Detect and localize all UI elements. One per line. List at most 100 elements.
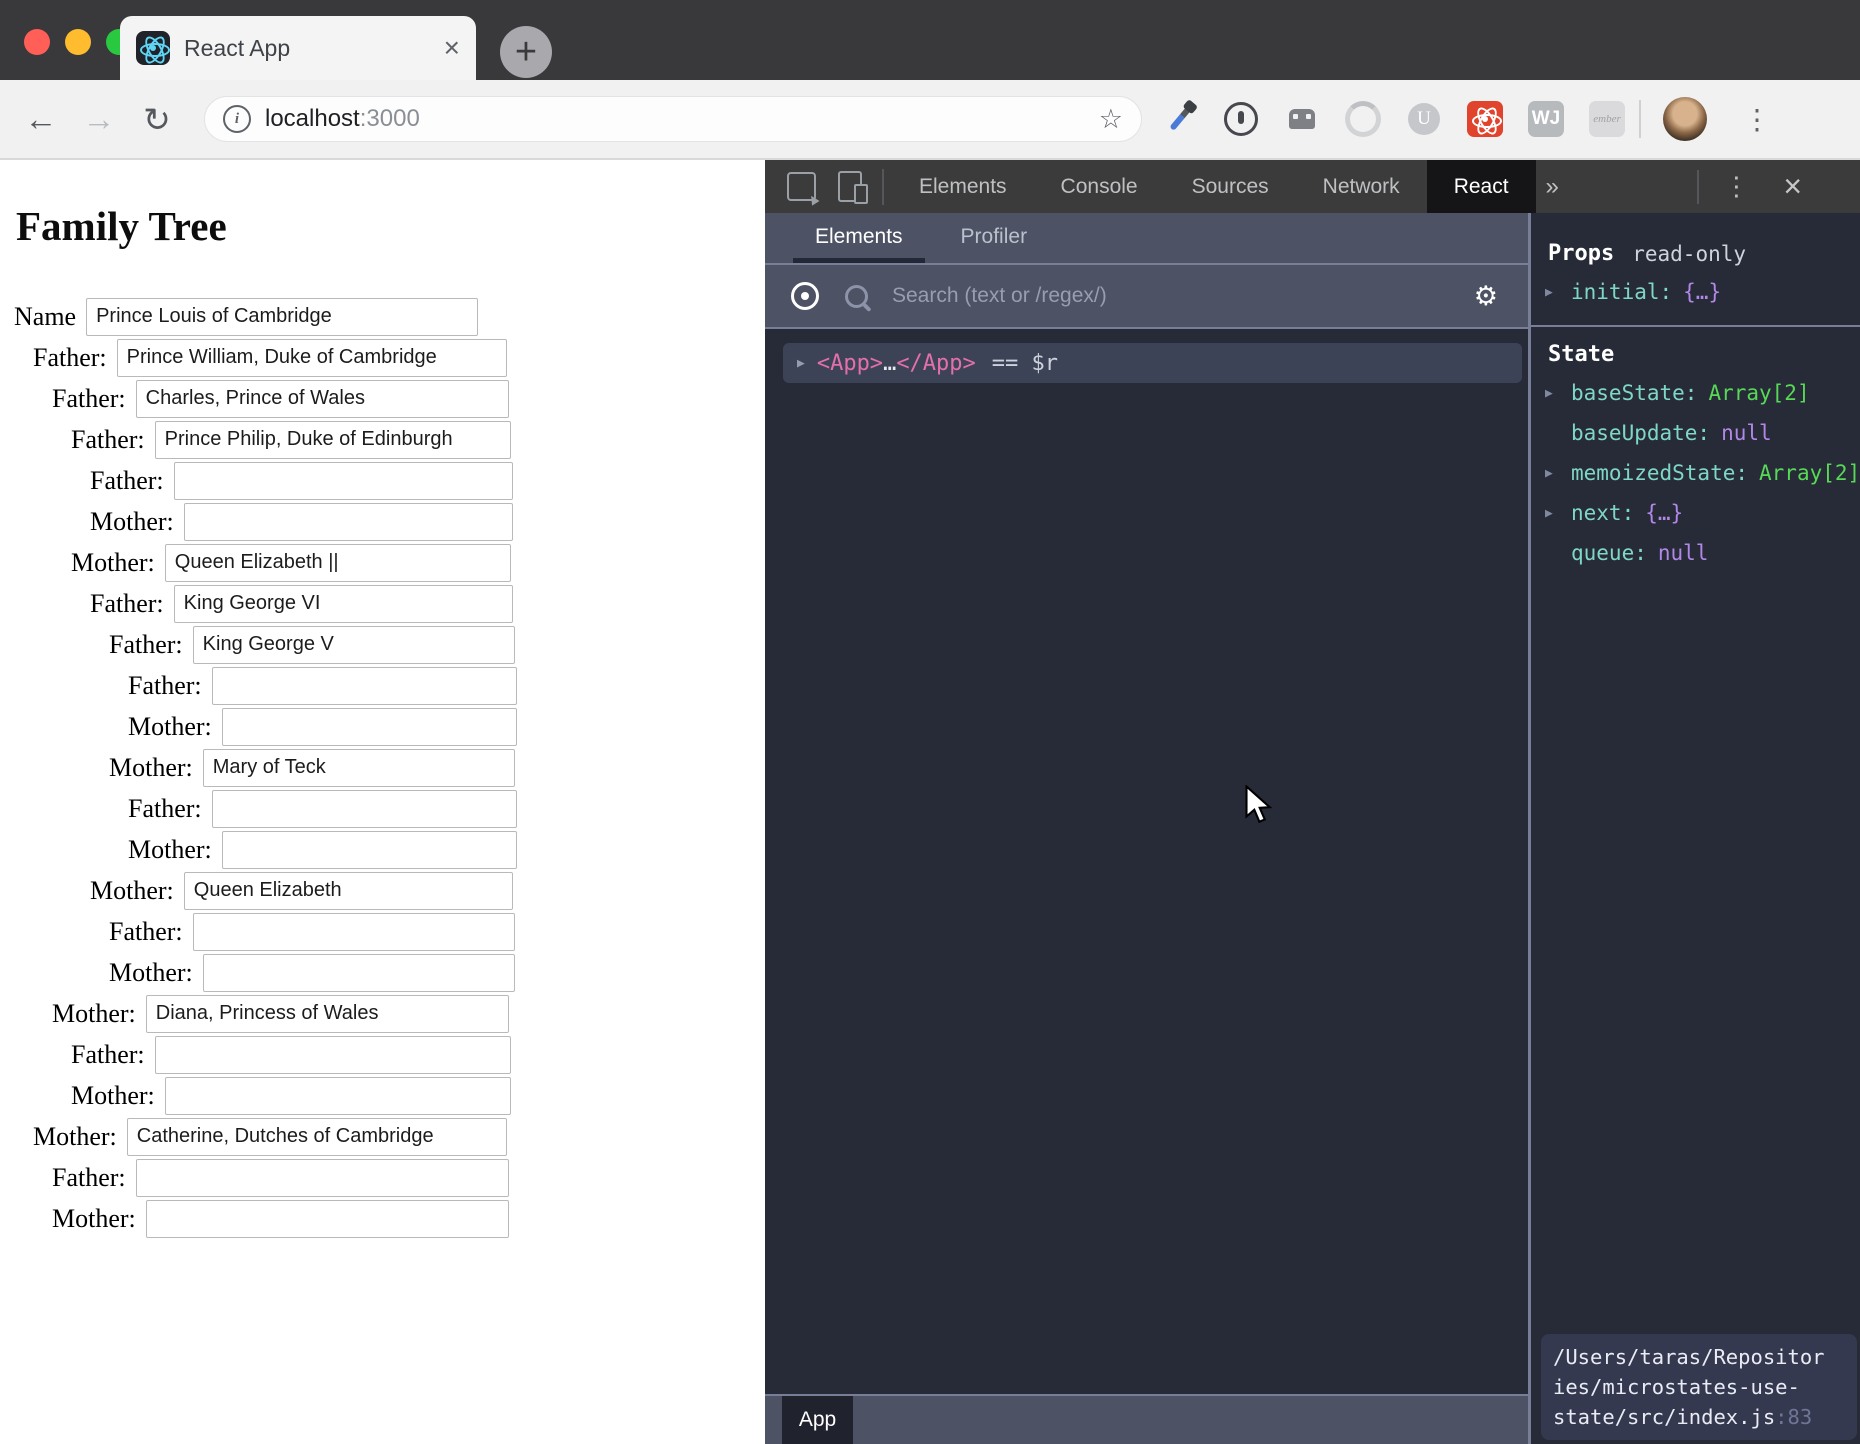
ember-extension-icon[interactable]: ember — [1589, 101, 1625, 137]
bookmark-star-icon[interactable]: ☆ — [1099, 104, 1123, 135]
devtools-tab[interactable]: Console — [1034, 160, 1165, 213]
browser-titlebar: React App × + — [0, 0, 1860, 80]
forward-icon[interactable]: → — [82, 100, 116, 138]
settings-gear-icon[interactable]: ⚙ — [1474, 281, 1498, 312]
device-toolbar-icon[interactable] — [838, 171, 862, 202]
family-field-input[interactable] — [174, 585, 513, 623]
breadcrumb-app-tag[interactable]: App — [782, 1396, 853, 1444]
devtools-tab[interactable]: Elements — [892, 160, 1034, 213]
devtools-tab[interactable]: Network — [1296, 160, 1427, 213]
family-field-input[interactable] — [136, 1159, 509, 1197]
family-field-input[interactable] — [184, 872, 513, 910]
more-tabs-icon[interactable]: » — [1546, 173, 1559, 201]
component-tree-row-app[interactable]: ▶ <App>…</App> == $r — [783, 343, 1522, 383]
expand-arrow-icon[interactable]: ▶ — [1545, 466, 1571, 481]
back-icon[interactable]: ← — [24, 100, 58, 138]
field-label: Mother: — [128, 835, 212, 865]
react-tree-pane: ElementsProfiler ⚙ ▶ <App>…</App> == $r … — [765, 213, 1531, 1444]
devtools-close-icon[interactable]: × — [1783, 168, 1802, 205]
minimize-window-button[interactable] — [65, 29, 91, 55]
inspector-key: memoizedState: — [1571, 461, 1748, 485]
family-field-input[interactable] — [193, 913, 515, 951]
family-field-input[interactable] — [193, 626, 515, 664]
family-field-input[interactable] — [174, 462, 513, 500]
family-field-input[interactable] — [184, 503, 513, 541]
field-label: Father: — [71, 425, 145, 455]
react-subtab[interactable]: Profiler — [939, 215, 1050, 263]
family-field-input[interactable] — [155, 1036, 511, 1074]
source-path[interactable]: /Users/taras/Repositor ies/microstates-u… — [1541, 1334, 1857, 1440]
family-field-row: Mother: — [0, 542, 511, 583]
family-field-input[interactable] — [127, 1118, 507, 1156]
devtools-menu-icon[interactable]: ⋮ — [1723, 171, 1749, 202]
inspector-row[interactable]: ▶ queue: null — [1531, 533, 1860, 573]
site-info-icon[interactable]: i — [223, 105, 251, 133]
source-path-line1: /Users/taras/Repositor — [1553, 1342, 1857, 1372]
family-field-row: Mother: — [0, 706, 517, 747]
family-field-input[interactable] — [146, 1200, 509, 1238]
family-field-input[interactable] — [117, 339, 507, 377]
new-tab-button[interactable]: + — [500, 26, 552, 78]
react-search-row: ⚙ — [765, 265, 1528, 329]
window-controls[interactable] — [24, 29, 132, 55]
family-field-input[interactable] — [165, 1077, 511, 1115]
source-line-number: :83 — [1775, 1405, 1812, 1429]
search-input[interactable] — [890, 283, 1460, 309]
field-label: Mother: — [71, 548, 155, 578]
inspector-value: {…} — [1645, 501, 1683, 525]
expand-arrow-icon[interactable]: ▶ — [1545, 506, 1571, 521]
select-element-target-icon[interactable] — [791, 282, 819, 310]
swirl-extension-icon[interactable] — [1345, 101, 1381, 137]
reload-icon[interactable]: ↻ — [140, 100, 174, 139]
onepassword-extension-icon[interactable] — [1223, 101, 1259, 137]
props-header: Props read-only — [1531, 213, 1860, 272]
inspector-row[interactable]: ▶ baseState: Array[2] — [1531, 373, 1860, 413]
browser-menu-icon[interactable]: ⋮ — [1743, 103, 1771, 136]
family-field-input[interactable] — [146, 995, 509, 1033]
family-field-input[interactable] — [222, 831, 517, 869]
close-window-button[interactable] — [24, 29, 50, 55]
family-field-input[interactable] — [136, 380, 509, 418]
field-label: Mother: — [90, 507, 174, 537]
field-label: Mother: — [109, 753, 193, 783]
react-favicon-icon — [136, 31, 170, 65]
expand-arrow-icon[interactable]: ▶ — [1545, 285, 1571, 300]
family-field-input[interactable] — [155, 421, 511, 459]
devtools-tab[interactable]: Sources — [1165, 160, 1296, 213]
tab-title: React App — [184, 35, 444, 62]
field-label: Mother: — [90, 876, 174, 906]
react-subtab[interactable]: Elements — [793, 215, 925, 263]
bug-extension-icon[interactable] — [1284, 101, 1320, 137]
family-field-input[interactable] — [165, 544, 511, 582]
devtools-panel: ElementsConsoleSourcesNetworkReact» ⋮ × … — [765, 160, 1860, 1444]
family-field-input[interactable] — [203, 749, 515, 787]
family-field-input[interactable] — [212, 790, 517, 828]
expand-arrow-icon[interactable]: ▶ — [1545, 386, 1571, 401]
browser-tab[interactable]: React App × — [120, 16, 476, 80]
expand-arrow-icon[interactable]: ▶ — [797, 356, 805, 371]
family-field-input[interactable] — [86, 298, 478, 336]
field-label: Mother: — [128, 712, 212, 742]
devtools-tab[interactable]: React — [1427, 160, 1536, 213]
inspector-row[interactable]: ▶ memoizedState: Array[2] — [1531, 453, 1860, 493]
profile-avatar[interactable] — [1663, 97, 1707, 141]
family-field-input[interactable] — [222, 708, 517, 746]
field-label: Mother: — [33, 1122, 117, 1152]
field-label: Mother: — [109, 958, 193, 988]
family-field-input[interactable] — [212, 667, 517, 705]
source-path-line2: ies/microstates-use- — [1553, 1372, 1857, 1402]
inspector-row[interactable]: ▶ next: {…} — [1531, 493, 1860, 533]
tabbar-divider — [882, 169, 884, 205]
inspector-row[interactable]: ▶ baseUpdate: null — [1531, 413, 1860, 453]
tab-close-icon[interactable]: × — [444, 34, 460, 62]
url-text[interactable]: localhost:3000 — [265, 105, 420, 133]
family-field-row: Father: — [0, 1157, 509, 1198]
wj-extension-icon[interactable]: WJ — [1528, 101, 1564, 137]
address-bar[interactable]: i localhost:3000 ☆ — [204, 96, 1142, 142]
inspect-element-icon[interactable] — [787, 172, 816, 201]
ublock-extension-icon[interactable]: U — [1406, 101, 1442, 137]
family-field-input[interactable] — [203, 954, 515, 992]
eyedropper-extension-icon[interactable] — [1162, 101, 1198, 137]
inspector-row[interactable]: ▶ initial: {…} — [1531, 272, 1860, 312]
react-devtools-extension-icon[interactable] — [1467, 101, 1503, 137]
